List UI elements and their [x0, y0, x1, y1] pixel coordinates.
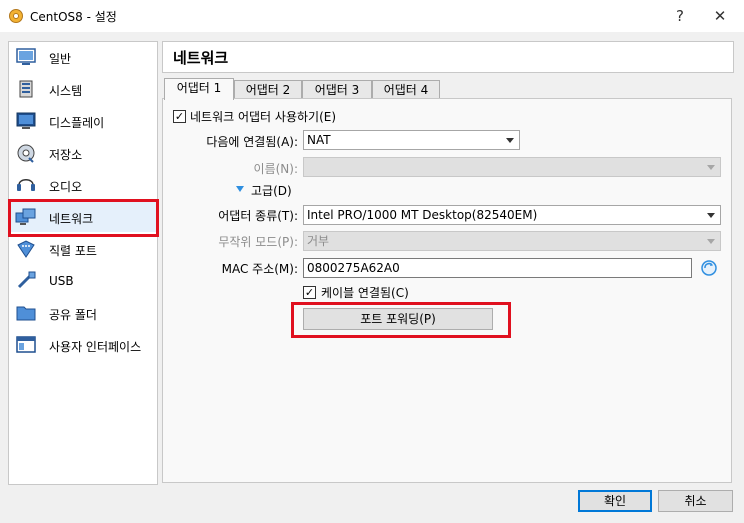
sidebar-item-general[interactable]: 일반 [9, 42, 157, 72]
cable-connected-checkbox[interactable]: ✓ [303, 286, 316, 299]
chevron-down-icon [506, 138, 514, 143]
sidebar-item-storage[interactable]: 저장소 [9, 138, 157, 168]
attached-to-value: NAT [307, 133, 331, 147]
sidebar-item-system[interactable]: 시스템 [9, 74, 157, 104]
user-interface-icon [16, 336, 36, 353]
sidebar-item-audio[interactable]: 오디오 [9, 170, 157, 200]
usb-icon [17, 271, 36, 289]
adapter-type-label: 어댑터 종류(T): [218, 209, 298, 223]
sidebar-item-label: 시스템 [49, 84, 83, 98]
chevron-down-icon [707, 239, 715, 244]
system-icon [19, 80, 33, 98]
attached-to-select[interactable]: NAT [303, 130, 520, 150]
help-button[interactable]: ? [668, 4, 692, 28]
promiscuous-mode-label: 무작위 모드(P): [218, 235, 298, 249]
shared-folder-icon [16, 306, 36, 321]
page-header: 네트워크 [162, 41, 734, 73]
mac-address-label: MAC 주소(M): [221, 262, 298, 276]
sidebar-item-label: 공유 폴더 [49, 308, 97, 322]
sidebar-item-shared-folder[interactable]: 공유 폴더 [9, 298, 157, 328]
port-forwarding-highlight-box [291, 302, 511, 338]
close-button[interactable]: ✕ [708, 4, 732, 28]
sidebar-item-user-interface[interactable]: 사용자 인터페이스 [9, 330, 157, 360]
name-label: 이름(N): [253, 162, 298, 176]
sidebar-item-label: 디스플레이 [49, 116, 105, 130]
sidebar-item-label: USB [49, 274, 74, 288]
sidebar-item-label: 사용자 인터페이스 [49, 340, 142, 354]
sidebar-item-label: 저장소 [49, 148, 83, 162]
title-bar: CentOS8 - 설정 ? ✕ [0, 0, 744, 32]
sidebar-item-label: 오디오 [49, 180, 83, 194]
page-title: 네트워크 [173, 49, 229, 67]
general-icon [16, 48, 36, 65]
mac-address-input[interactable]: 0800275A62A0 [303, 258, 692, 278]
sidebar-item-serial-port[interactable]: 직렬 포트 [9, 234, 157, 264]
adapter-type-select[interactable]: Intel PRO/1000 MT Desktop(82540EM) [303, 205, 721, 225]
promiscuous-mode-value: 거부 [307, 234, 330, 248]
display-icon [16, 112, 36, 129]
expand-triangle-icon[interactable] [235, 184, 245, 194]
sidebar-item-usb[interactable]: USB [9, 266, 157, 296]
tab-adapter-1[interactable]: 어댑터 1 [164, 78, 234, 100]
chevron-down-icon [707, 213, 715, 218]
promiscuous-mode-select[interactable]: 거부 [303, 231, 721, 251]
ok-button[interactable]: 확인 [578, 490, 652, 512]
tab-adapter-2[interactable]: 어댑터 2 [234, 80, 302, 99]
virtualbox-gear-icon [9, 9, 23, 23]
tab-adapter-4[interactable]: 어댑터 4 [372, 80, 440, 99]
refresh-mac-icon[interactable] [700, 259, 718, 277]
cancel-button[interactable]: 취소 [658, 490, 733, 512]
enable-adapter-checkbox[interactable]: ✓ [173, 110, 186, 123]
chevron-down-icon [707, 165, 715, 170]
network-highlight-box [8, 199, 159, 237]
sidebar-item-display[interactable]: 디스플레이 [9, 106, 157, 136]
tab-adapter-3[interactable]: 어댑터 3 [302, 80, 372, 99]
window-title: CentOS8 - 설정 [30, 10, 117, 24]
advanced-toggle-label[interactable]: 고급(D) [251, 182, 292, 199]
attached-to-label: 다음에 연결됨(A): [206, 135, 298, 149]
adapter-type-value: Intel PRO/1000 MT Desktop(82540EM) [307, 208, 538, 222]
enable-adapter-label: 네트워크 어댑터 사용하기(E) [190, 110, 337, 124]
sidebar-item-label: 일반 [49, 52, 72, 66]
serial-port-icon [17, 240, 35, 258]
adapter-panel [162, 98, 732, 483]
audio-icon [17, 179, 35, 191]
sidebar-item-label: 직렬 포트 [49, 244, 97, 258]
cable-connected-label: 케이블 연결됨(C) [321, 286, 409, 300]
storage-icon [17, 144, 35, 163]
name-select[interactable] [303, 157, 721, 177]
settings-sidebar: 일반 시스템 디스플레이 저장소 오디오 네트워크 직렬 포트 USB 공유 폴… [8, 41, 158, 485]
